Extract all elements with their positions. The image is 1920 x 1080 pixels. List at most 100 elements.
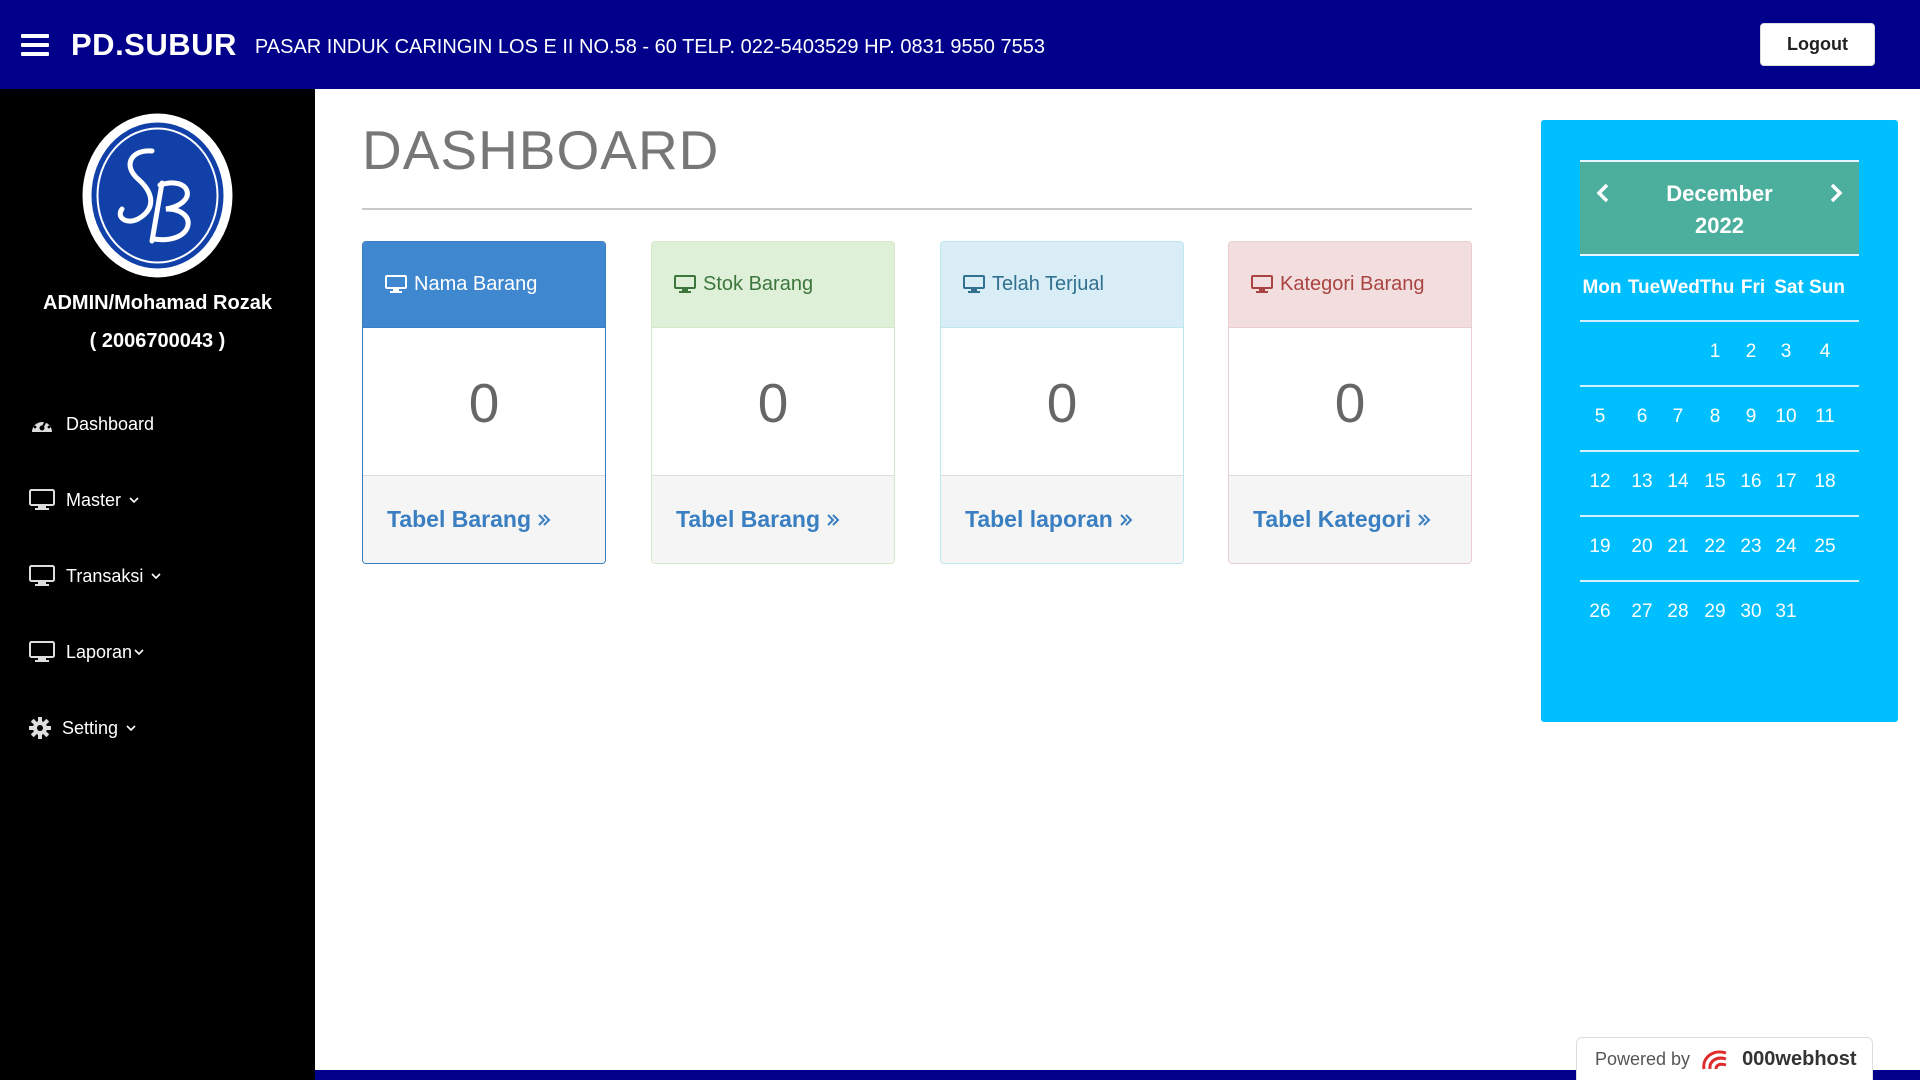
sidebar-item-transaksi[interactable]: Transaksi [29,565,161,587]
webhost-name: 000webhost [1742,1047,1857,1070]
sidebar-item-label: Transaksi [66,565,144,586]
card-nama-barang: Nama Barang 0 Tabel Barang [362,241,606,564]
calendar-day[interactable]: 2 [1733,341,1769,363]
card-kategori-barang: Kategori Barang 0 Tabel Kategori [1228,241,1472,564]
calendar-day[interactable]: 1 [1697,341,1733,363]
chevron-right-icon[interactable] [1825,182,1847,204]
calendar-day[interactable]: 24 [1768,536,1804,558]
calendar-day[interactable]: 20 [1624,536,1660,558]
calendar-row-divider [1580,450,1859,452]
calendar-day[interactable]: 10 [1768,406,1804,428]
calendar-day[interactable]: 23 [1733,536,1769,558]
monitor-icon [385,275,407,293]
card-link-tabel-kategori[interactable]: Tabel Kategori [1229,475,1471,563]
card-link-tabel-barang[interactable]: Tabel Barang [363,475,605,563]
calendar-day[interactable]: 11 [1807,406,1843,428]
card-telah-terjual: Telah Terjual 0 Tabel laporan [940,241,1184,564]
top-navbar: PD.SUBUR PASAR INDUK CARINGIN LOS E II N… [0,0,1920,89]
calendar-day[interactable]: 21 [1660,536,1696,558]
calendar-day[interactable]: 17 [1768,471,1804,493]
calendar-day[interactable]: 3 [1768,341,1804,363]
calendar-widget: December 2022 Mon Tue Wed Thu Fri Sat Sun 1 2 3 4 5… [1541,120,1898,722]
user-name: ADMIN/Mohamad Rozak [43,292,272,314]
hamburger-menu-icon[interactable] [21,33,49,56]
calendar-row-divider [1580,385,1859,387]
card-header: Telah Terjual [941,242,1183,328]
card-link-label[interactable]: Tabel laporan [965,506,1113,533]
card-value: 0 [757,371,789,434]
chevron-down-icon [134,649,144,656]
weekday-label: Mon [1582,277,1622,298]
weekday-label: Sat [1774,277,1804,298]
card-header: Nama Barang [363,242,605,328]
calendar-row-divider [1580,515,1859,517]
calendar-day[interactable]: 9 [1733,406,1769,428]
calendar-day[interactable]: 19 [1582,536,1618,558]
double-chevron-right-icon [1418,513,1431,526]
monitor-icon [674,275,696,293]
calendar-day[interactable]: 8 [1697,406,1733,428]
card-title: Kategori Barang [1280,273,1425,295]
powered-by-badge[interactable]: Powered by 000webhost [1576,1037,1873,1080]
sidebar-item-setting[interactable]: Setting [29,717,136,739]
calendar-day[interactable]: 12 [1582,471,1618,493]
calendar-header: December 2022 [1580,160,1859,256]
card-value: 0 [1334,371,1366,434]
calendar-day[interactable]: 22 [1697,536,1733,558]
sidebar-item-dashboard[interactable]: Dashboard [29,413,154,435]
card-link-tabel-laporan[interactable]: Tabel laporan [941,475,1183,563]
calendar-year: 2022 [1695,213,1744,238]
webhost-logo-icon [1702,1050,1727,1070]
chevron-down-icon [129,497,139,504]
monitor-icon [963,275,985,293]
gear-icon [29,717,51,739]
card-title: Nama Barang [414,273,538,295]
calendar-day[interactable]: 6 [1624,406,1660,428]
calendar-day[interactable]: 14 [1660,471,1696,493]
powered-by-label: Powered by [1595,1048,1691,1069]
calendar-day[interactable]: 18 [1807,471,1843,493]
calendar-day[interactable]: 31 [1768,601,1804,623]
calendar-day[interactable]: 13 [1624,471,1660,493]
calendar-day[interactable]: 29 [1697,601,1733,623]
card-link-tabel-barang[interactable]: Tabel Barang [652,475,894,563]
dashboard-icon [29,413,55,435]
calendar-day[interactable]: 16 [1733,471,1769,493]
calendar-month-year: December 2022 [1580,178,1859,242]
monitor-icon [29,641,55,663]
store-address: PASAR INDUK CARINGIN LOS E II NO.58 - 60… [254,36,1045,58]
monitor-icon [29,565,55,587]
calendar-day[interactable]: 28 [1660,601,1696,623]
calendar-day[interactable]: 7 [1660,406,1696,428]
weekday-label: Wed [1660,277,1700,298]
brand-name[interactable]: PD.SUBUR [71,27,237,63]
card-link-label[interactable]: Tabel Barang [676,506,820,533]
sidebar-item-master[interactable]: Master [29,489,139,511]
monitor-icon [29,489,55,511]
card-value: 0 [468,371,500,434]
store-logo [82,113,233,278]
card-link-label[interactable]: Tabel Barang [387,506,531,533]
calendar-day[interactable]: 30 [1733,601,1769,623]
double-chevron-right-icon [1120,513,1133,526]
card-value: 0 [1046,371,1078,434]
double-chevron-right-icon [538,513,551,526]
sidebar-item-label: Master [66,489,122,510]
calendar-day[interactable]: 4 [1807,341,1843,363]
sidebar-item-label: Setting [62,717,119,738]
card-link-label[interactable]: Tabel Kategori [1253,506,1411,533]
calendar-day[interactable]: 25 [1807,536,1843,558]
calendar-day[interactable]: 26 [1582,601,1618,623]
double-chevron-right-icon [827,513,840,526]
calendar-day[interactable]: 27 [1624,601,1660,623]
logout-button[interactable]: Logout [1760,23,1875,66]
sidebar-item-laporan[interactable]: Laporan [29,641,144,663]
card-header: Kategori Barang [1229,242,1471,328]
user-id: ( 2006700043 ) [89,330,226,352]
title-divider [362,208,1472,210]
calendar-day[interactable]: 15 [1697,471,1733,493]
calendar-row-divider [1580,580,1859,582]
calendar-day[interactable]: 5 [1582,406,1618,428]
chevron-down-icon [126,725,136,732]
monitor-icon [1251,275,1273,293]
